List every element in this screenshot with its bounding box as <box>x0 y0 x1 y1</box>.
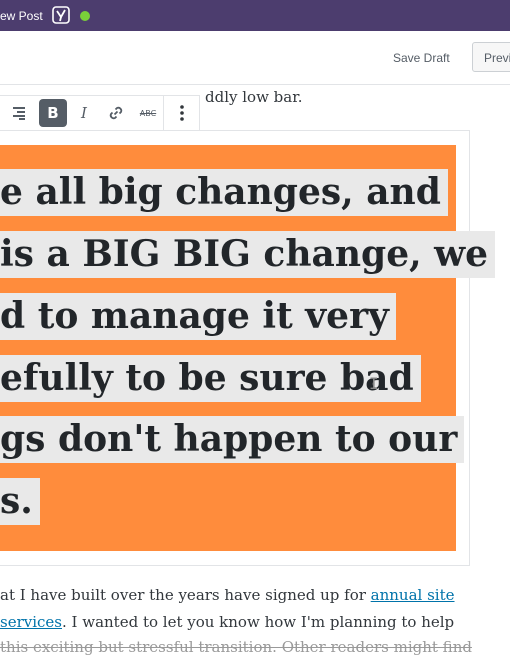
strikethrough-button[interactable]: ABC <box>134 99 162 127</box>
admin-bar: ew Post <box>0 0 510 31</box>
save-draft-button[interactable]: Save Draft <box>393 51 450 65</box>
block-toolbar: B I ABC <box>0 95 200 131</box>
align-right-icon[interactable] <box>5 99 33 127</box>
highlight-line-1[interactable]: e all big changes, and <box>0 169 448 216</box>
paragraph-text: . I wanted to let you know how I'm plann… <box>62 613 455 631</box>
highlight-line-6[interactable]: s. <box>0 478 40 525</box>
link-icon[interactable] <box>102 99 130 127</box>
toolbar-divider <box>163 96 164 131</box>
yoast-icon[interactable] <box>52 6 70 24</box>
annual-site-link[interactable]: annual site <box>371 586 455 604</box>
highlight-line-4[interactable]: efully to be sure bad <box>0 355 421 402</box>
highlight-line-5[interactable]: gs don't happen to our <box>0 416 465 463</box>
text-cursor-icon: I <box>369 374 379 393</box>
highlight-block[interactable]: e all big changes, and is a BIG BIG chan… <box>0 145 496 551</box>
seo-status-dot-icon <box>80 11 90 21</box>
paragraph-top-text: ddly low bar. <box>205 88 303 106</box>
preview-button[interactable]: Previ <box>472 42 510 72</box>
highlight-line-3[interactable]: d to manage it very <box>0 293 396 340</box>
new-post-link[interactable]: ew Post <box>0 9 43 23</box>
italic-button[interactable]: I <box>70 99 98 127</box>
paragraph-line-2[interactable]: services. I wanted to let you know how I… <box>0 613 454 631</box>
paragraph-line-1[interactable]: at I have built over the years have sign… <box>0 586 455 604</box>
highlight-line-2[interactable]: is a BIG BIG change, we <box>0 231 496 278</box>
paragraph-text: at I have built over the years have sign… <box>0 586 371 604</box>
more-options-icon[interactable] <box>168 99 196 127</box>
bold-button[interactable]: B <box>39 99 67 127</box>
paragraph-line-3[interactable]: this exciting but stressful transition. … <box>0 638 472 656</box>
services-link[interactable]: services <box>0 613 62 631</box>
